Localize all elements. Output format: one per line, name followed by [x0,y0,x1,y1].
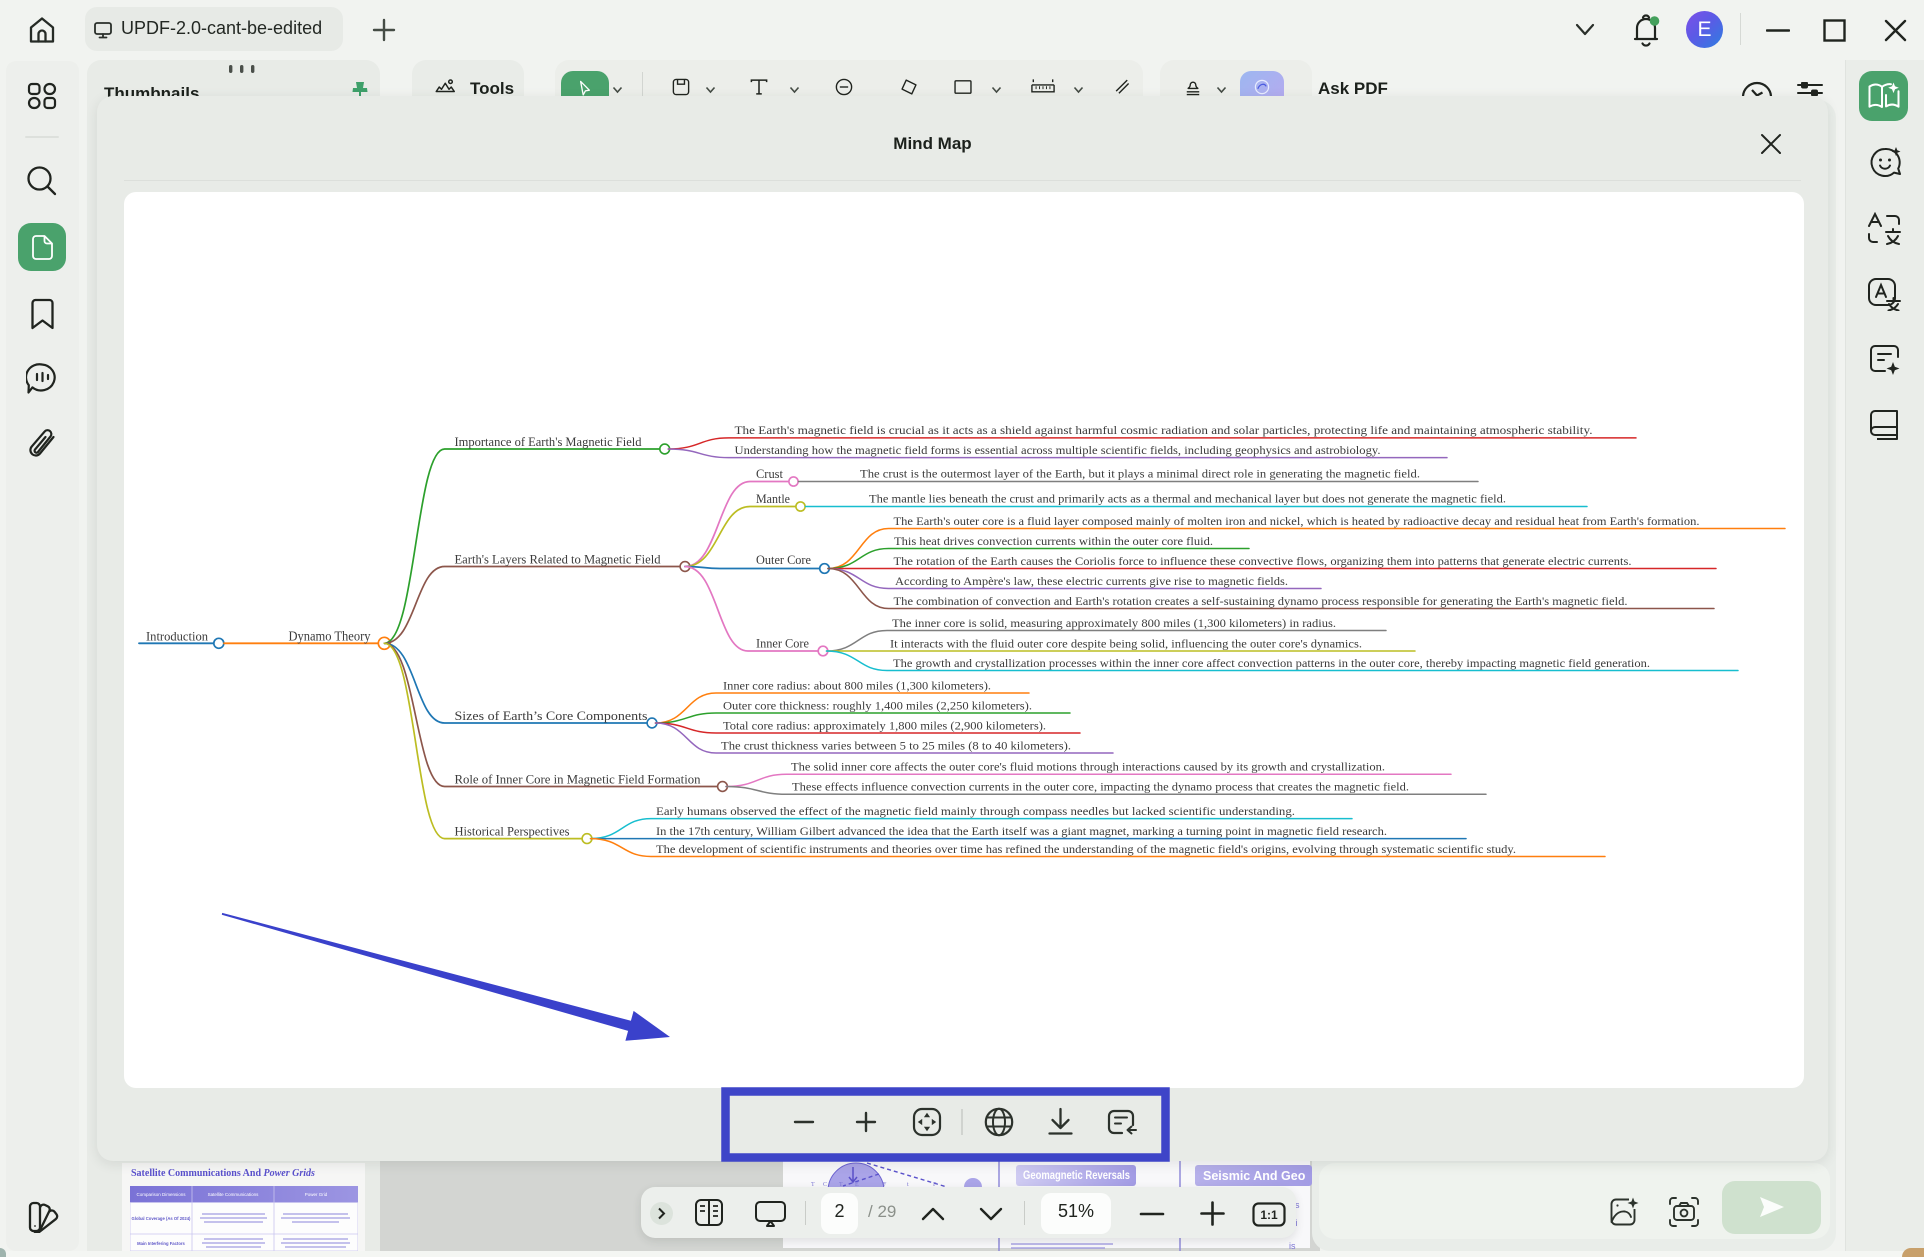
svg-text:Comparison Dimensions: Comparison Dimensions [136,1192,186,1197]
svg-text:1:1: 1:1 [1260,1208,1278,1222]
svg-text:Seismic And Geo: Seismic And Geo [1203,1169,1306,1183]
svg-text:Geomagnetic Reversals: Geomagnetic Reversals [1023,1168,1130,1182]
svg-text:Global Coverage (As Of 2024): Global Coverage (As Of 2024) [132,1216,191,1221]
svg-text:Satellite Communications: Satellite Communications [208,1192,260,1197]
svg-text:is: is [1289,1241,1296,1251]
svg-text:Power Grid: Power Grid [305,1192,328,1197]
svg-text:Main Interfering Factors: Main Interfering Factors [137,1241,185,1246]
